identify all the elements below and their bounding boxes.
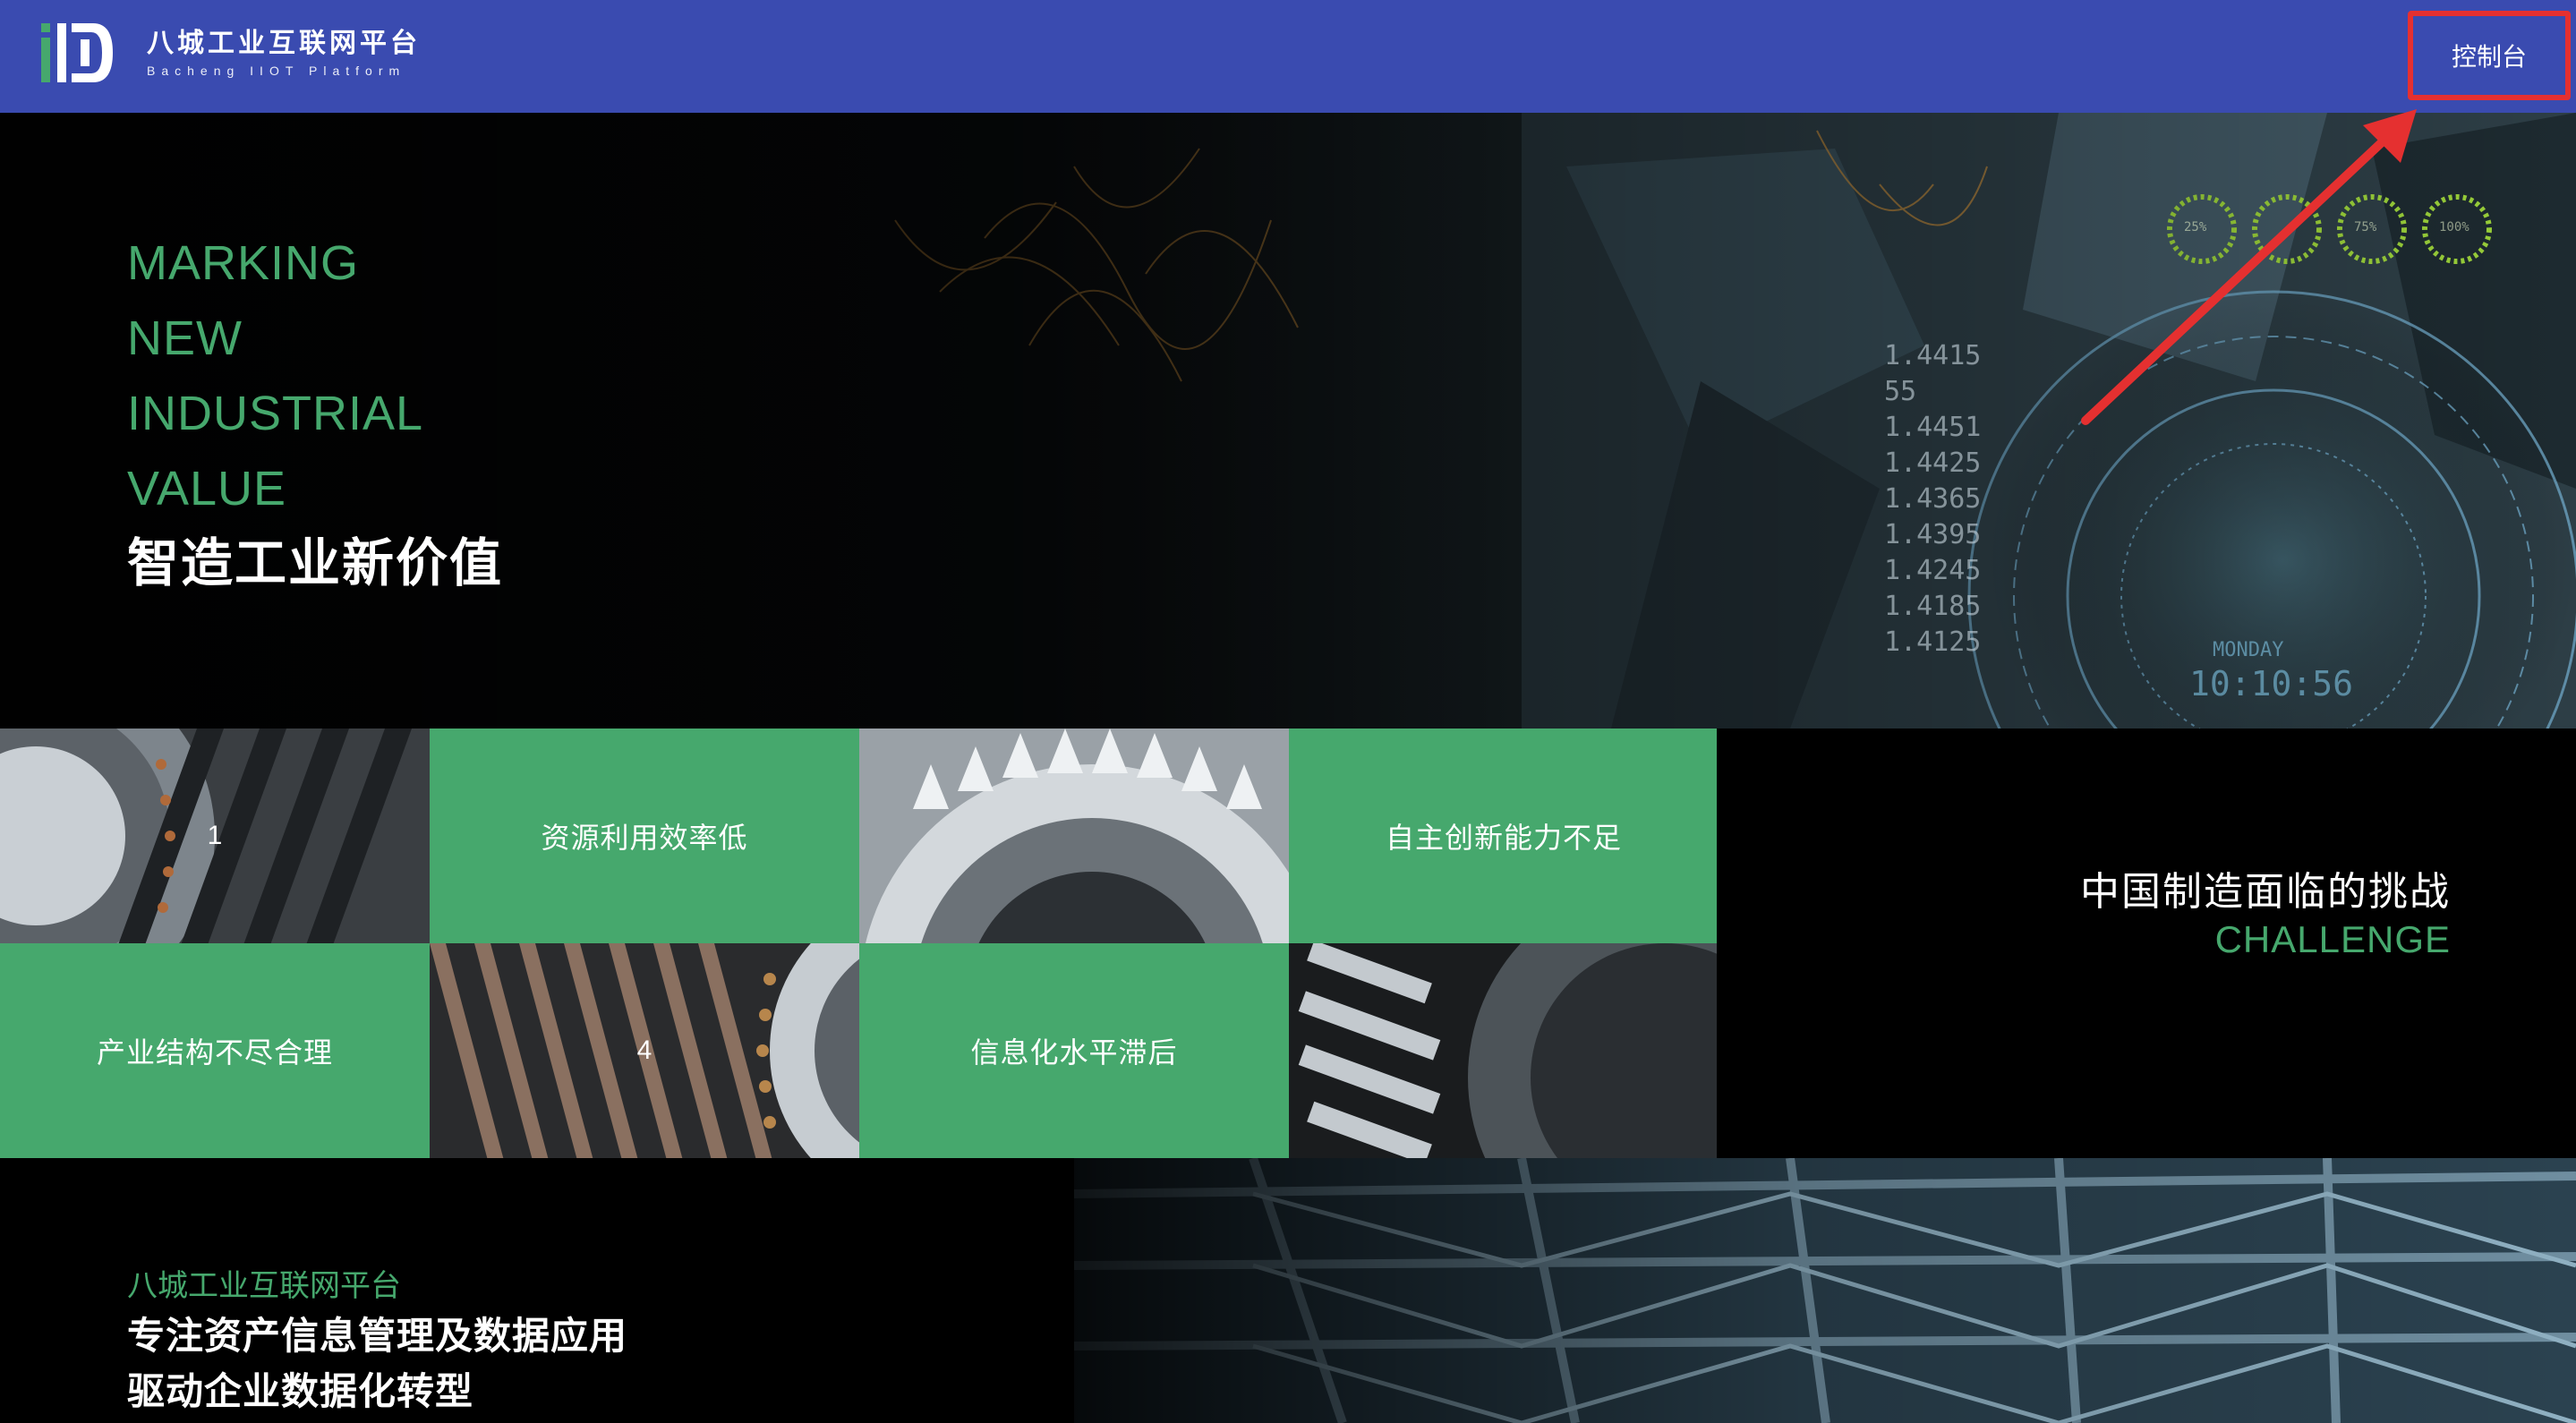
challenge-label: 资源利用效率低 <box>541 822 748 854</box>
challenge-resource-efficiency[interactable]: 资源利用效率低 <box>430 729 859 943</box>
platform-name: 八城工业互联网平台 <box>127 1269 401 1303</box>
challenge-grid: 1 资源利用效率低 自主创新能力不足 产业结构不尽合理 4 信息化水平滞后 <box>0 729 1719 1158</box>
hud-number: 1.4425 <box>1884 447 1982 479</box>
challenge-title-block: 中国制造面临的挑战 CHALLENGE <box>1717 729 2576 1158</box>
challenge-number: 4 <box>636 1035 653 1065</box>
hero-line-1: MARKING <box>127 236 360 290</box>
platform-intro-banner: 八城工业互联网平台 专注资产信息管理及数据应用 驱动企业数据化转型 <box>0 1158 2576 1423</box>
hud-clock: 10:10:56 <box>2189 664 2354 703</box>
hud-number: 1.4365 <box>1884 483 1982 515</box>
top-header: 八城工业互联网平台 Bacheng IIOT Platform 控制台 <box>0 0 2576 113</box>
hud-number: 1.4451 <box>1884 412 1982 443</box>
challenge-label: 信息化水平滞后 <box>970 1036 1178 1069</box>
hud-percent: 25% <box>2184 220 2207 234</box>
challenge-informatization[interactable]: 信息化水平滞后 <box>859 943 1289 1158</box>
challenge-number: 1 <box>207 821 223 850</box>
brand-logo[interactable]: 八城工业互联网平台 Bacheng IIOT Platform <box>39 20 421 86</box>
hero-banner: 1.4415 55 1.4451 1.4425 1.4365 1.4395 1.4245 1.… <box>0 113 2576 729</box>
brand-name-en: Bacheng IIOT Platform <box>147 64 406 78</box>
hud-number: 1.4415 <box>1884 340 1982 371</box>
challenge-title-en: CHALLENGE <box>2214 918 2451 960</box>
hero-line-4: VALUE <box>127 462 287 516</box>
idi-logo-icon <box>41 23 113 82</box>
hero-line-2: NEW <box>127 311 243 365</box>
brand-name-cn: 八城工业互联网平台 <box>147 29 421 58</box>
challenge-industrial-structure[interactable]: 产业结构不尽合理 <box>0 943 430 1158</box>
platform-slogan-2: 驱动企业数据化转型 <box>127 1370 474 1412</box>
challenge-image-4 <box>1289 943 1719 1158</box>
challenge-label: 产业结构不尽合理 <box>96 1036 333 1069</box>
hud-day: MONDAY <box>2213 639 2284 661</box>
gear-image <box>1289 943 1719 1158</box>
hud-number: 1.4185 <box>1884 591 1982 622</box>
hero-line-3: INDUSTRIAL <box>127 387 424 440</box>
gear-image <box>859 729 1289 943</box>
hud-number: 55 <box>1884 376 1917 407</box>
challenge-image-3: 4 <box>430 943 859 1158</box>
console-button[interactable]: 控制台 <box>2408 11 2571 100</box>
hud-number: 1.4125 <box>1884 626 1982 658</box>
challenge-image-2 <box>859 729 1289 943</box>
hero-title-cn: 智造工业新价值 <box>127 534 504 592</box>
challenge-image-1: 1 <box>0 729 430 943</box>
challenge-innovation[interactable]: 自主创新能力不足 <box>1289 729 1719 943</box>
challenge-title-cn: 中国制造面临的挑战 <box>2080 870 2451 914</box>
hud-number: 1.4395 <box>1884 519 1982 550</box>
hud-percent: 100% <box>2439 220 2469 234</box>
hud-percent: 75% <box>2354 220 2377 234</box>
platform-intro-text: 八城工业互联网平台 专注资产信息管理及数据应用 驱动企业数据化转型 <box>127 1264 627 1419</box>
hero-text-block: MARKING NEW INDUSTRIAL VALUE 智造工业新价值 <box>127 226 503 601</box>
platform-slogan-1: 专注资产信息管理及数据应用 <box>127 1315 628 1357</box>
challenge-label: 自主创新能力不足 <box>1385 822 1622 854</box>
hud-number: 1.4245 <box>1884 555 1982 586</box>
brand-text: 八城工业互联网平台 Bacheng IIOT Platform <box>147 26 421 80</box>
